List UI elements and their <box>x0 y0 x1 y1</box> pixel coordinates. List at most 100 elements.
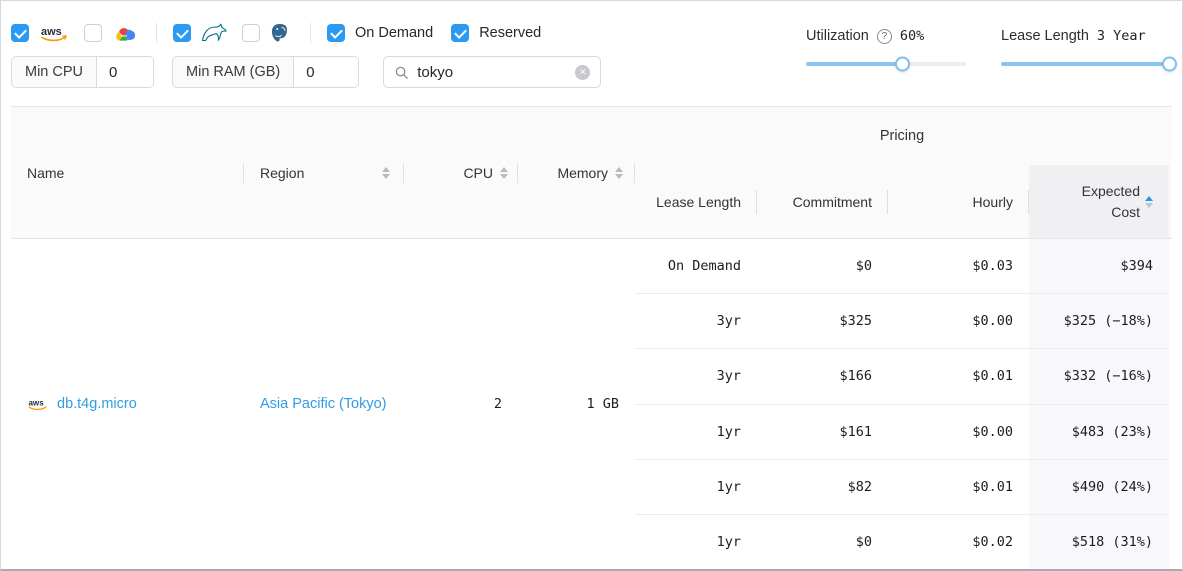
search-input[interactable] <box>417 64 575 81</box>
svg-text:aws: aws <box>28 398 44 407</box>
filter-divider <box>156 23 157 43</box>
pricing-row: 1yr $82 $0.01 $490 (24%) <box>635 460 1169 515</box>
engine-filter-mysql[interactable] <box>173 23 227 43</box>
postgresql-checkbox[interactable] <box>242 24 260 42</box>
filter-divider <box>310 23 311 43</box>
aws-provider-icon: aws <box>27 397 49 411</box>
google-cloud-checkbox[interactable] <box>84 24 102 42</box>
pricing-column-group: Pricing Lease Length Commitment Hourly E… <box>635 107 1169 238</box>
commitment-cell: $166 <box>757 349 888 403</box>
pricing-row: 3yr $166 $0.01 $332 (−16%) <box>635 349 1169 404</box>
utilization-control: Utilization ? 60% <box>806 27 966 66</box>
help-icon[interactable]: ? <box>877 29 892 44</box>
instance-name-cell: aws db.t4g.micro <box>11 396 244 412</box>
provider-filter-aws[interactable]: aws <box>11 24 69 42</box>
instance-name-link[interactable]: db.t4g.micro <box>57 396 137 412</box>
mysql-checkbox[interactable] <box>173 24 191 42</box>
pricing-filter-on-demand[interactable]: On Demand <box>327 24 433 42</box>
lease-cell: 1yr <box>635 460 757 514</box>
instance-row: aws db.t4g.micro Asia Pacific (Tokyo) 2 … <box>11 239 635 569</box>
commitment-cell: $161 <box>757 405 888 459</box>
mysql-dolphin-icon <box>201 23 227 43</box>
column-header-memory[interactable]: Memory <box>518 107 635 238</box>
commitment-cell: $0 <box>757 515 888 569</box>
on-demand-checkbox[interactable] <box>327 24 345 42</box>
min-cpu-group: Min CPU <box>11 56 154 88</box>
filter-checkbox-row: aws <box>11 23 1172 43</box>
expected-cost-cell: $483 (23%) <box>1029 405 1169 459</box>
utilization-label: Utilization <box>806 28 869 44</box>
expected-cost-cell: $394 <box>1029 239 1169 293</box>
instance-cpu-cell: 2 <box>404 396 518 412</box>
provider-filter-google-cloud[interactable] <box>84 24 135 42</box>
column-header-commitment: Commitment <box>757 165 888 238</box>
column-header-cpu[interactable]: CPU <box>404 107 518 238</box>
pricing-row: 3yr $325 $0.00 $325 (−18%) <box>635 294 1169 349</box>
column-header-expected-cost[interactable]: Expected Cost <box>1029 165 1169 238</box>
expected-cost-cell: $332 (−16%) <box>1029 349 1169 403</box>
column-header-lease-length: Lease Length <box>635 165 757 238</box>
instance-memory-cell: 1 GB <box>518 396 635 412</box>
sort-icon[interactable] <box>500 167 508 179</box>
instance-region-cell: Asia Pacific (Tokyo) <box>244 396 404 412</box>
pricing-rows: On Demand $0 $0.03 $394 3yr $325 $0.00 $… <box>635 239 1169 569</box>
pricing-row: 1yr $0 $0.02 $518 (31%) <box>635 515 1169 569</box>
search-icon <box>394 65 409 80</box>
hourly-cell: $0.00 <box>888 405 1029 459</box>
on-demand-label: On Demand <box>355 25 433 41</box>
hourly-cell: $0.03 <box>888 239 1029 293</box>
min-ram-label: Min RAM (GB) <box>173 57 294 87</box>
expected-cost-cell: $518 (31%) <box>1029 515 1169 569</box>
lease-length-slider[interactable] <box>1001 62 1169 66</box>
column-header-name: Name <box>11 107 244 238</box>
table-header: Name Region CPU Memory Pricing Lease Len… <box>11 107 1172 239</box>
utilization-value: 60% <box>900 28 924 44</box>
aws-checkbox[interactable] <box>11 24 29 42</box>
hourly-cell: $0.00 <box>888 294 1029 348</box>
reserved-label: Reserved <box>479 25 541 41</box>
hourly-cell: $0.02 <box>888 515 1029 569</box>
pricing-group-header: Pricing <box>635 107 1169 165</box>
expected-cost-cell: $490 (24%) <box>1029 460 1169 514</box>
region-link[interactable]: Asia Pacific (Tokyo) <box>260 396 387 412</box>
commitment-cell: $0 <box>757 239 888 293</box>
pricing-filter-reserved[interactable]: Reserved <box>451 24 541 42</box>
lease-length-slider-handle[interactable] <box>1162 57 1177 72</box>
hourly-cell: $0.01 <box>888 460 1029 514</box>
lease-cell: 1yr <box>635 515 757 569</box>
table-body: aws db.t4g.micro Asia Pacific (Tokyo) 2 … <box>11 239 1172 569</box>
pricing-row: On Demand $0 $0.03 $394 <box>635 239 1169 294</box>
column-header-region[interactable]: Region <box>244 107 404 238</box>
lease-length-control: Lease Length 3 Year <box>1001 27 1169 66</box>
instance-table: Name Region CPU Memory Pricing Lease Len… <box>11 106 1172 569</box>
reserved-checkbox[interactable] <box>451 24 469 42</box>
commitment-cell: $82 <box>757 460 888 514</box>
utilization-slider-handle[interactable] <box>895 57 910 72</box>
utilization-slider[interactable] <box>806 62 966 66</box>
lease-length-label: Lease Length <box>1001 28 1089 44</box>
min-ram-group: Min RAM (GB) <box>172 56 359 88</box>
clear-search-icon[interactable]: ✕ <box>575 65 590 80</box>
min-cpu-label: Min CPU <box>12 57 97 87</box>
column-header-hourly: Hourly <box>888 165 1029 238</box>
commitment-cell: $325 <box>757 294 888 348</box>
lease-cell: 1yr <box>635 405 757 459</box>
min-cpu-input[interactable] <box>97 57 153 87</box>
lease-length-value: 3 Year <box>1097 28 1146 44</box>
svg-text:aws: aws <box>41 26 62 38</box>
search-box: ✕ <box>383 56 601 88</box>
postgresql-elephant-icon <box>270 23 289 43</box>
sort-icon[interactable] <box>382 167 390 179</box>
sort-icon[interactable] <box>615 167 623 179</box>
pricing-row: 1yr $161 $0.00 $483 (23%) <box>635 405 1169 460</box>
filter-input-row: Min CPU Min RAM (GB) ✕ <box>11 56 1172 88</box>
expected-cost-cell: $325 (−18%) <box>1029 294 1169 348</box>
lease-cell: 3yr <box>635 294 757 348</box>
aws-logo-icon: aws <box>39 24 69 42</box>
sort-icon-active-asc[interactable] <box>1145 196 1153 208</box>
lease-cell: 3yr <box>635 349 757 403</box>
min-ram-input[interactable] <box>294 57 358 87</box>
hourly-cell: $0.01 <box>888 349 1029 403</box>
engine-filter-postgresql[interactable] <box>242 23 289 43</box>
instance-pricing-app: aws <box>0 0 1183 571</box>
